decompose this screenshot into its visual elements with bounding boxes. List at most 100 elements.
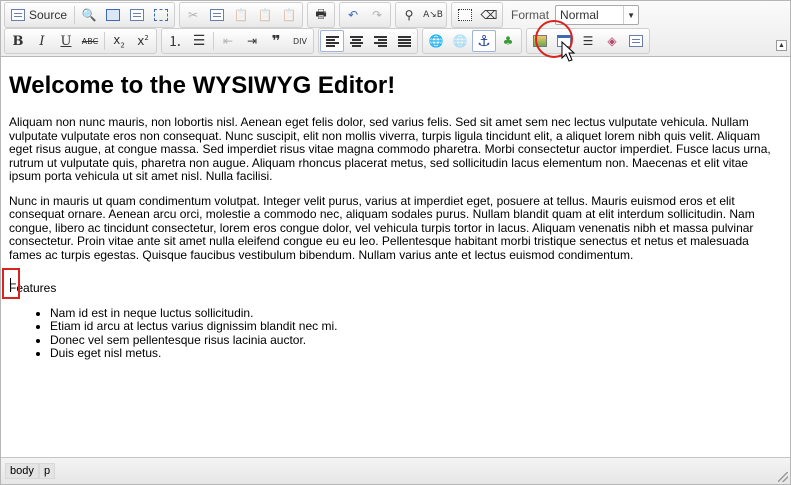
show-blocks-icon xyxy=(154,9,169,21)
toolbar-group-clipboard: ✂ 📋 📋 📋 xyxy=(179,2,304,28)
editor-toolbar: Source 🔍 ✂ 📋 📋 📋 🖶 ↶ ↷ ⚲ A↘B ⌫ Format No… xyxy=(1,1,790,57)
toolbar-separator xyxy=(213,32,214,50)
bold-icon: B xyxy=(12,33,24,49)
source-button[interactable]: Source xyxy=(6,4,72,26)
align-left-icon xyxy=(325,35,339,47)
superscript-button[interactable]: x2 xyxy=(131,30,155,52)
paste-word-button[interactable]: 📋 xyxy=(277,4,301,26)
toolbar-group-basic-styles: B I U ABC x2 x2 xyxy=(4,28,157,54)
quote-icon: ❞ xyxy=(271,32,281,50)
content-heading: Welcome to the WYSIWYG Editor! xyxy=(9,72,396,99)
templates-icon xyxy=(130,9,145,21)
toolbar-group-insert: ☰ ◈ xyxy=(526,28,650,54)
editor-content-area[interactable]: Welcome to the WYSIWYG Editor! Aliquam n… xyxy=(9,57,780,455)
table-button[interactable] xyxy=(552,30,576,52)
format-label: Format xyxy=(511,8,550,22)
paste-text-icon: 📋 xyxy=(257,8,273,22)
features-paragraph: Features xyxy=(9,281,57,295)
indent-icon: ⇥ xyxy=(246,34,258,48)
path-item-p[interactable]: p xyxy=(39,463,56,479)
div-icon: DIV xyxy=(293,36,307,46)
redo-icon: ↷ xyxy=(372,8,383,22)
eraser-icon: ⌫ xyxy=(480,8,498,22)
align-left-button[interactable] xyxy=(320,30,344,52)
replace-button[interactable]: A↘B xyxy=(421,4,445,26)
page-break-icon xyxy=(629,35,643,47)
select-all-button[interactable] xyxy=(453,4,477,26)
print-button[interactable]: 🖶 xyxy=(309,4,333,26)
maximize-button[interactable] xyxy=(101,4,125,26)
link-button[interactable]: 🌐 xyxy=(424,30,448,52)
underline-icon: U xyxy=(60,33,72,49)
triangle-up-icon: ▲ xyxy=(778,42,785,49)
resize-handle[interactable] xyxy=(778,472,788,482)
bold-button[interactable]: B xyxy=(6,30,30,52)
anchor-button[interactable]: ⚓ xyxy=(472,30,496,52)
binoculars-icon: ⚲ xyxy=(404,8,414,22)
outdent-button[interactable]: ⇤ xyxy=(216,30,240,52)
shapes-icon: ♣ xyxy=(502,34,514,48)
horizontal-rule-icon: ☰ xyxy=(582,34,594,48)
bulleted-list-button[interactable]: ☰ xyxy=(187,30,211,52)
blockquote-button[interactable]: ❞ xyxy=(264,30,288,52)
path-item-body[interactable]: body xyxy=(5,463,39,479)
preview-button[interactable]: 🔍 xyxy=(77,4,101,26)
unlink-button[interactable]: 🌐 xyxy=(448,30,472,52)
strikethrough-icon: ABC xyxy=(81,36,99,46)
smiley-button[interactable]: ◈ xyxy=(600,30,624,52)
italic-icon: I xyxy=(39,33,45,49)
align-center-button[interactable] xyxy=(344,30,368,52)
format-dropdown[interactable]: Normal ▼ xyxy=(555,5,640,25)
unlink-icon: 🌐 xyxy=(452,34,468,48)
indent-button[interactable]: ⇥ xyxy=(240,30,264,52)
subscript-icon: x2 xyxy=(113,32,125,50)
collapse-toolbar-button[interactable]: ▲ xyxy=(776,40,787,51)
anchor-icon: ⚓ xyxy=(477,32,491,50)
toolbar-group-document: Source 🔍 xyxy=(4,2,176,28)
toolbar-group-links: 🌐 🌐 ⚓ ♣ xyxy=(422,28,522,54)
replace-icon: A↘B xyxy=(423,10,443,20)
list-item: Donec vel sem pellentesque risus lacinia… xyxy=(50,333,780,348)
flash-button[interactable]: ♣ xyxy=(496,30,520,52)
image-icon xyxy=(533,35,547,47)
chevron-down-icon: ▼ xyxy=(623,6,638,24)
paste-icon: 📋 xyxy=(233,8,249,22)
redo-button[interactable]: ↷ xyxy=(365,4,389,26)
list-item: Duis eget nisl metus. xyxy=(50,346,780,361)
paste-text-button[interactable]: 📋 xyxy=(253,4,277,26)
features-list: Nam id est in neque luctus sollicitudin.… xyxy=(9,306,780,361)
image-button[interactable] xyxy=(528,30,552,52)
toolbar-group-select: ⌫ xyxy=(451,2,504,28)
find-button[interactable]: ⚲ xyxy=(397,4,421,26)
strikethrough-button[interactable]: ABC xyxy=(78,30,102,52)
window-icon xyxy=(106,9,121,21)
copy-button[interactable] xyxy=(205,4,229,26)
horizontal-rule-button[interactable]: ☰ xyxy=(576,30,600,52)
paste-word-icon: 📋 xyxy=(281,8,297,22)
paste-button[interactable]: 📋 xyxy=(229,4,253,26)
subscript-button[interactable]: x2 xyxy=(107,30,131,52)
text-caret xyxy=(10,278,11,291)
format-dropdown-value: Normal xyxy=(560,8,599,22)
remove-format-button[interactable]: ⌫ xyxy=(477,4,501,26)
show-blocks-button[interactable] xyxy=(149,4,173,26)
undo-button[interactable]: ↶ xyxy=(341,4,365,26)
page-break-button[interactable] xyxy=(624,30,648,52)
copy-icon xyxy=(210,9,225,21)
justify-button[interactable] xyxy=(392,30,416,52)
underline-button[interactable]: U xyxy=(54,30,78,52)
list-item: Etiam id arcu at lectus varius dignissim… xyxy=(50,319,780,334)
templates-button[interactable] xyxy=(125,4,149,26)
cut-button[interactable]: ✂ xyxy=(181,4,205,26)
create-div-button[interactable]: DIV xyxy=(288,30,312,52)
italic-button[interactable]: I xyxy=(30,30,54,52)
toolbar-group-lists: ⒈ ☰ ⇤ ⇥ ❞ DIV xyxy=(161,28,314,54)
toolbar-row-2: B I U ABC x2 x2 ⒈ ☰ ⇤ ⇥ ❞ DIV 🌐 🌐 ⚓ ♣ ☰ … xyxy=(4,28,654,54)
numbered-list-button[interactable]: ⒈ xyxy=(163,30,187,52)
align-right-button[interactable] xyxy=(368,30,392,52)
content-paragraph-2: Nunc in mauris ut quam condimentum volut… xyxy=(9,193,755,262)
bulleted-list-icon: ☰ xyxy=(192,33,206,49)
select-all-icon xyxy=(458,9,473,21)
toolbar-group-align xyxy=(318,28,418,54)
toolbar-group-print: 🖶 xyxy=(307,2,336,28)
